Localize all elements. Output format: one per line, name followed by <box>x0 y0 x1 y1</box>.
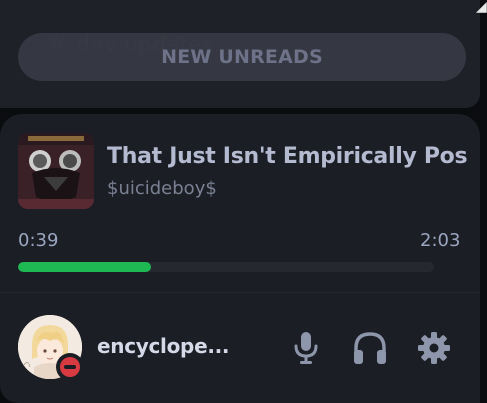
total-duration: 2:03 <box>420 230 461 251</box>
avatar[interactable] <box>18 315 84 381</box>
playback-progress-bar[interactable] <box>18 262 434 272</box>
album-cover-icon <box>18 133 94 209</box>
new-unreads-button[interactable]: NEW UNREADS <box>18 33 466 81</box>
divider <box>0 292 480 293</box>
microphone-icon <box>294 332 318 364</box>
settings-button[interactable] <box>414 328 454 368</box>
do-not-disturb-icon <box>60 357 80 377</box>
gear-icon <box>418 332 450 364</box>
track-title[interactable]: That Just Isn't Empirically Possible <box>107 144 467 169</box>
playback-progress-fill <box>18 262 152 272</box>
status-badge <box>56 353 84 381</box>
channel-list: #dev-updates NEW UNREADS <box>0 0 480 108</box>
microphone-button[interactable] <box>286 328 326 368</box>
track-artist[interactable]: $uicideboy$ <box>107 178 217 199</box>
elapsed-time: 0:39 <box>18 230 59 251</box>
discord-sidebar-bottom: #dev-updates NEW UNREADS ◢ That Just Isn… <box>0 0 487 403</box>
cursor-corner-icon: ◢ <box>476 0 487 15</box>
headphones-button[interactable] <box>350 328 390 368</box>
headphones-icon <box>354 332 386 364</box>
album-art[interactable] <box>18 133 94 209</box>
user-area-panel: That Just Isn't Empirically Possible $ui… <box>0 114 480 403</box>
username[interactable]: encyclope... <box>97 334 247 358</box>
